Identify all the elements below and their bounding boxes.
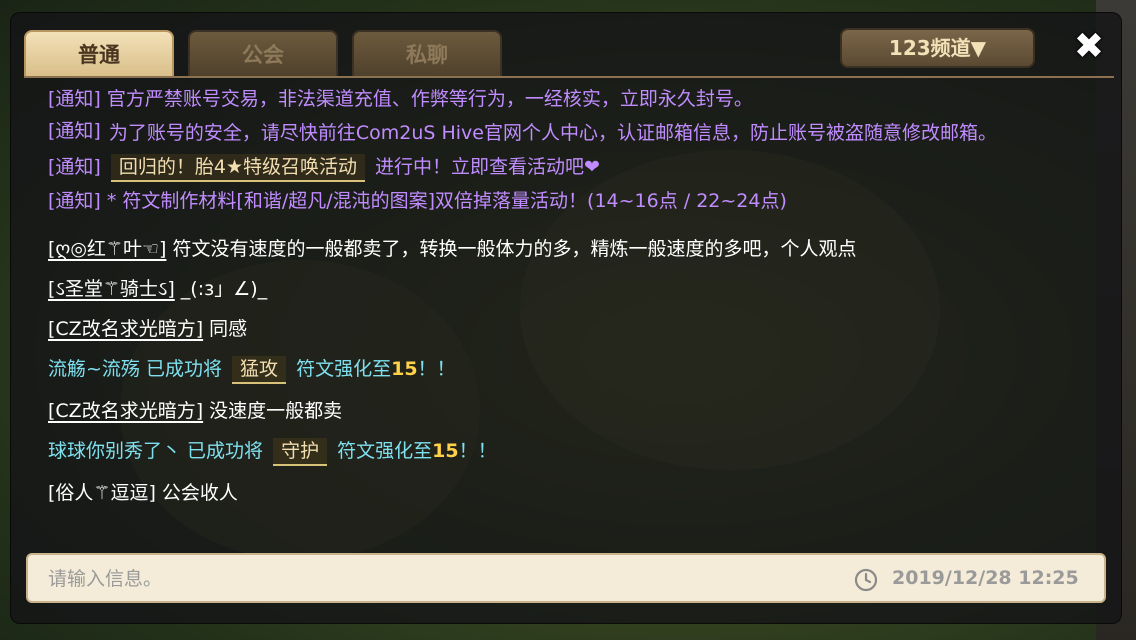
- chat-message: [ઽ圣堂⚚骑士ઽ] _(:з」∠)_: [48, 276, 1088, 302]
- chat-message: [CZ改名求光暗方] 同感: [48, 316, 1088, 342]
- sender-name[interactable]: [CZ改名求光暗方]: [48, 318, 203, 340]
- close-icon[interactable]: ✖: [1068, 26, 1110, 68]
- system-message: 流觞~流殇 已成功将 猛攻 符文强化至15！！: [48, 356, 1088, 384]
- system-prefix: 流觞~流殇 已成功将: [48, 358, 222, 380]
- system-suffix: 符文强化至: [296, 358, 392, 380]
- system-message: 球球你别秀了丶 已成功将 守护 符文强化至15！！: [48, 438, 1088, 466]
- event-link-chip[interactable]: 回归的！胎4★特级召唤活动: [110, 154, 365, 182]
- notice-tag: [通知]: [48, 120, 101, 142]
- sender-name[interactable]: [CZ改名求光暗方]: [48, 400, 203, 422]
- notice-text: * 符文制作材料[和谐/超凡/混沌的图案]双倍掉落量活动！(14~16点 / 2…: [106, 190, 787, 212]
- notice-text: 为了账号的安全，请尽快前往Com2uS Hive官网个人中心，认证邮箱信息，防止…: [108, 122, 997, 144]
- notice-text: 进行中！立即查看活动吧❤: [375, 156, 600, 178]
- rune-chip[interactable]: 守护: [273, 438, 328, 466]
- notice-line: [通知] * 符文制作材料[和谐/超凡/混沌的图案]双倍掉落量活动！(14~16…: [48, 188, 1088, 214]
- notice-line: [通知] 官方严禁账号交易，非法渠道充值、作弊等行为，一经核实，立即永久封号。: [48, 86, 1088, 112]
- timestamp: 2019/12/28 12:25: [892, 567, 1079, 589]
- clock-icon: [854, 568, 878, 592]
- chat-input[interactable]: [46, 555, 750, 603]
- notice-line: [通知] 回归的！胎4★特级召唤活动 进行中！立即查看活动吧❤: [48, 154, 1088, 182]
- system-prefix: 球球你别秀了丶 已成功将: [48, 440, 264, 462]
- notice-line: [通知] 为了账号的安全，请尽快前往Com2uS Hive官网个人中心，认证邮箱…: [48, 118, 1088, 148]
- tab-private[interactable]: 私聊: [352, 30, 502, 76]
- chat-message: [CZ改名求光暗方] 没速度一般都卖: [48, 398, 1088, 424]
- sender-name[interactable]: [ღ◎红⚚叶☜]: [48, 238, 166, 260]
- notice-tag: [通知]: [48, 156, 101, 178]
- notice-text: 官方严禁账号交易，非法渠道充值、作弊等行为，一经核实，立即永久封号。: [106, 88, 753, 110]
- chat-message: [俗人⚚逗逗] 公会收人: [48, 480, 1088, 506]
- notice-tag: [通知]: [48, 88, 101, 110]
- tab-divider: [24, 76, 1114, 78]
- sender-name[interactable]: [俗人⚚逗逗]: [48, 482, 156, 504]
- tab-general[interactable]: 普通: [24, 30, 174, 76]
- system-suffix-end: ！！: [458, 440, 497, 462]
- message-text: 同感: [209, 318, 248, 340]
- chat-input-bar: 2019/12/28 12:25: [26, 553, 1106, 603]
- chat-message: [ღ◎红⚚叶☜] 符文没有速度的一般都卖了，转换一般体力的多，精炼一般速度的多吧…: [48, 236, 1088, 262]
- notice-tag: [通知]: [48, 190, 101, 212]
- message-text: 公会收人: [161, 482, 238, 504]
- message-text: 没速度一般都卖: [209, 400, 343, 422]
- system-suffix: 符文强化至: [337, 440, 433, 462]
- rune-level: 15: [391, 358, 418, 380]
- sender-name[interactable]: [ઽ圣堂⚚骑士ઽ]: [48, 278, 175, 300]
- message-text: 符文没有速度的一般都卖了，转换一般体力的多，精炼一般速度的多吧，个人观点: [172, 238, 857, 260]
- channel-select-button[interactable]: 123频道▼: [840, 28, 1035, 68]
- rune-level: 15: [432, 440, 459, 462]
- message-text: _(:з」∠)_: [180, 278, 268, 300]
- system-suffix-end: ！！: [417, 358, 456, 380]
- rune-chip[interactable]: 猛攻: [232, 356, 287, 384]
- message-list: [通知] 官方严禁账号交易，非法渠道充值、作弊等行为，一经核实，立即永久封号。 …: [48, 86, 1088, 506]
- tab-guild[interactable]: 公会: [188, 30, 338, 76]
